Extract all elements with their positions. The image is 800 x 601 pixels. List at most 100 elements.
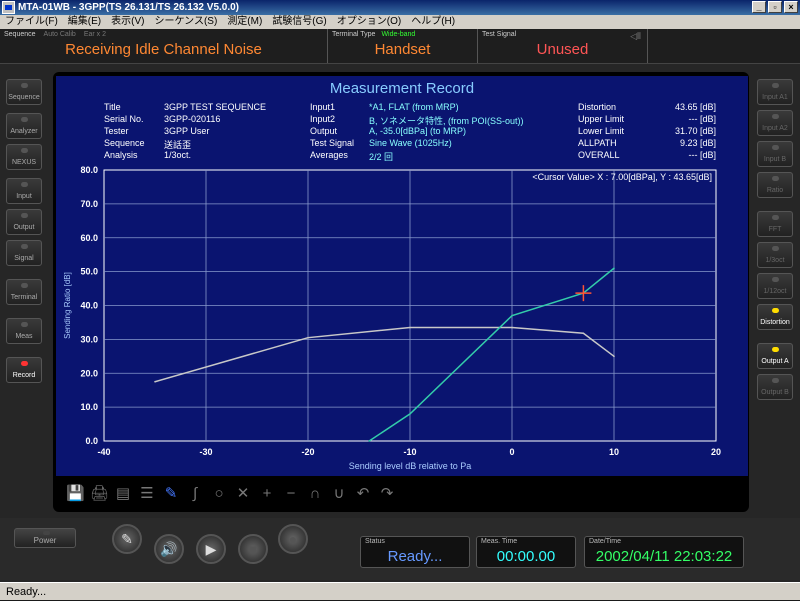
sequence-value: Receiving Idle Channel Noise [65, 41, 262, 58]
sidebar-button-sequence[interactable]: Sequence [6, 79, 42, 105]
sidebar-button-fft[interactable]: FFT [757, 211, 793, 237]
led-indicator [21, 244, 28, 249]
led-indicator [21, 83, 28, 88]
led-indicator [21, 182, 28, 187]
sending-ratio-chart[interactable]: -40 -30 -20 -10 0 10 20 0.0 10.0 20.0 30.0 40.0 50.0… [56, 76, 748, 476]
x-axis-label: Sending level dB relative to Pa [349, 461, 472, 471]
menu-view[interactable]: 表示(V) [106, 15, 149, 29]
sidebar-button-1-3oct[interactable]: 1/3oct [757, 242, 793, 268]
meas-time-value: 00:00.00 [496, 548, 556, 565]
sidebar-button-output-b[interactable]: Output B [757, 374, 793, 400]
datetime-value: 2002/04/11 22:03:22 [595, 548, 733, 565]
menu-edit[interactable]: 編集(E) [63, 15, 106, 29]
sidebar-button-input-a2[interactable]: Input A2 [757, 110, 793, 136]
data-point [613, 267, 615, 270]
sidebar-button-nexus[interactable]: NEXUS [6, 144, 42, 170]
sidebar-button-record[interactable]: Record [6, 357, 42, 383]
pen-icon[interactable]: ✎ [162, 485, 180, 503]
stop-button[interactable]: ■ [238, 534, 268, 564]
menu-measure[interactable]: 測定(M) [222, 15, 267, 29]
sidebar-button-distortion[interactable]: Distortion [757, 304, 793, 330]
menu-help[interactable]: ヘルプ(H) [406, 15, 460, 29]
y-tick-label: 70.0 [80, 199, 98, 209]
minimize-button[interactable]: _ [752, 1, 766, 13]
list-icon[interactable]: ☰ [138, 485, 156, 503]
sidebar-button-ratio[interactable]: Ratio [757, 172, 793, 198]
power-button[interactable]: Power [14, 528, 76, 548]
y-tick-label: 60.0 [80, 233, 98, 243]
close-button[interactable]: × [784, 1, 798, 13]
menu-test-signal[interactable]: 試験信号(G) [267, 15, 331, 29]
data-point [409, 413, 411, 415]
led-indicator [21, 213, 28, 218]
terminal-band: Wide-band [381, 31, 416, 38]
led-indicator [21, 322, 28, 327]
sidebar-button-signal[interactable]: Signal [6, 240, 42, 266]
speaker-icon[interactable]: 🔊 [154, 534, 184, 564]
cursor-value-text: <Cursor Value> X : 7.00[dBPa], Y : 43.65… [532, 172, 712, 182]
curve-icon[interactable]: ∫ [186, 485, 204, 503]
app-icon [2, 1, 15, 14]
led-indicator [21, 117, 28, 122]
led-indicator [43, 531, 50, 535]
print-icon[interactable]: 🖨 [90, 485, 109, 503]
signal-label: Test Signal [482, 31, 517, 38]
sidebar-button-terminal[interactable]: Terminal [6, 279, 42, 305]
circle-icon[interactable]: ○ [210, 485, 228, 503]
menu-options[interactable]: オプション(O) [332, 15, 406, 29]
measurement-screen: Measurement Record Title 3GPP TEST SEQUE… [56, 76, 748, 476]
arch-up-icon[interactable]: ∩ [306, 485, 324, 503]
data-point [582, 332, 585, 335]
data-point [511, 314, 513, 317]
x-tick-label: -40 [97, 447, 110, 457]
led-indicator [772, 347, 779, 352]
x-tick-label: -30 [199, 447, 212, 457]
graph-icon[interactable]: ▤ [114, 485, 132, 503]
led-indicator [772, 277, 779, 282]
x-tick-label: -10 [403, 447, 416, 457]
signal-value: Unused [536, 41, 589, 58]
y-tick-label: 80.0 [80, 165, 98, 175]
sidebar-button-output[interactable]: Output [6, 209, 42, 235]
led-indicator [21, 148, 28, 153]
sidebar-button-input-a1[interactable]: Input A1 [757, 79, 793, 105]
sidebar-button-1-12oct[interactable]: 1/12oct [757, 273, 793, 299]
sidebar-button-output-a[interactable]: Output A [757, 343, 793, 369]
led-indicator [772, 176, 779, 181]
status-readout: Status Ready... [360, 536, 470, 568]
undo-icon[interactable]: ↶ [354, 485, 372, 503]
minus-icon[interactable]: − [282, 485, 300, 503]
auto-calib-label: Auto Calib [43, 31, 76, 38]
x-tick-label: -20 [301, 447, 314, 457]
data-point [154, 380, 156, 383]
plus-icon[interactable]: + [258, 485, 276, 503]
sidebar-button-input[interactable]: Input [6, 178, 42, 204]
led-indicator [772, 145, 779, 150]
led-indicator [772, 246, 779, 251]
status-bar: Ready... [0, 582, 800, 600]
maximize-button[interactable]: ▫ [768, 1, 782, 13]
signal-panel: Test Signal ◁⦀ Unused [478, 29, 648, 63]
data-point [511, 326, 513, 329]
sidebar-button-input-b[interactable]: Input B [757, 141, 793, 167]
arch-down-icon[interactable]: ∪ [330, 485, 348, 503]
title-bar: MTA-01WB - 3GPP(TS 26.131/TS 26.132 V5.0… [0, 0, 800, 15]
sidebar-button-analyzer[interactable]: Analyzer [6, 113, 42, 139]
record-button[interactable]: ● [278, 524, 308, 554]
led-indicator [772, 308, 779, 313]
top-status-bar: Sequence Auto Calib Ear x 2 Receiving Idle… [0, 29, 800, 64]
menu-file[interactable]: ファイル(F) [0, 15, 63, 29]
redo-icon[interactable]: ↷ [378, 485, 396, 503]
terminal-value: Handset [374, 41, 431, 58]
sidebar-button-meas[interactable]: Meas [6, 318, 42, 344]
cross-icon[interactable]: ✕ [234, 485, 252, 503]
menu-sequence[interactable]: シーケンス(S) [149, 15, 222, 29]
meas-time-readout: Meas. Time 00:00.00 [476, 536, 576, 568]
pen-icon[interactable]: ✎ [112, 524, 142, 554]
meas-time-label: Meas. Time [481, 538, 518, 545]
save-icon[interactable]: 💾 [66, 485, 85, 503]
terminal-panel: Terminal Type Wide-band Handset [328, 29, 478, 63]
play-button[interactable]: ▶ [196, 534, 226, 564]
x-tick-label: 0 [509, 447, 514, 457]
status-value: Ready... [387, 548, 443, 565]
